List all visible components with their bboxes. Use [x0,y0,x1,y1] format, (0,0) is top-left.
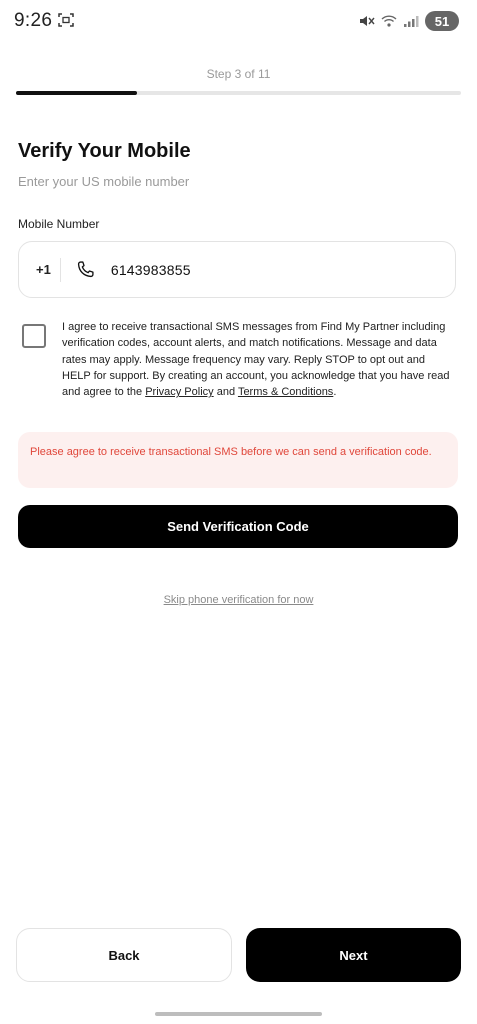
field-divider [59,257,61,282]
page-subtitle: Enter your US mobile number [18,174,190,189]
progress-fill [16,91,138,95]
mobile-number-label: Mobile Number [18,217,100,231]
screenshot-icon [58,13,74,27]
status-icons: 51 [359,11,459,31]
mute-icon [360,16,375,26]
consent-text-end: . [333,386,337,399]
consent-text: I agree to receive transactional SMS mes… [62,319,454,400]
send-verification-code-button[interactable]: Send Verification Code [18,505,458,548]
error-message: Please agree to receive transactional SM… [18,432,458,488]
progress-track [16,91,461,95]
step-indicator: Step 3 of 11 [206,67,271,81]
phone-icon [77,260,94,277]
privacy-policy-link[interactable]: Privacy Policy [145,386,213,398]
battery-indicator: 51 [425,11,459,31]
mobile-number-input[interactable]: 6143983855 [111,262,191,278]
terms-link[interactable]: Terms & Conditions [238,386,333,398]
page-title: Verify Your Mobile [18,140,191,162]
mobile-number-field[interactable]: +1 6143983855 [18,241,456,298]
next-button[interactable]: Next [246,928,461,982]
consent-text-middle: and [213,386,238,399]
status-bar: 9:26 51 [0,0,477,42]
signal-icon [404,16,419,27]
status-time: 9:26 [14,10,53,31]
home-indicator[interactable] [155,1012,322,1016]
wifi-icon [381,15,397,27]
consent-checkbox[interactable] [22,324,46,348]
skip-verification-link[interactable]: Skip phone verification for now [0,594,477,606]
back-button[interactable]: Back [16,928,232,982]
country-code[interactable]: +1 [36,262,51,277]
